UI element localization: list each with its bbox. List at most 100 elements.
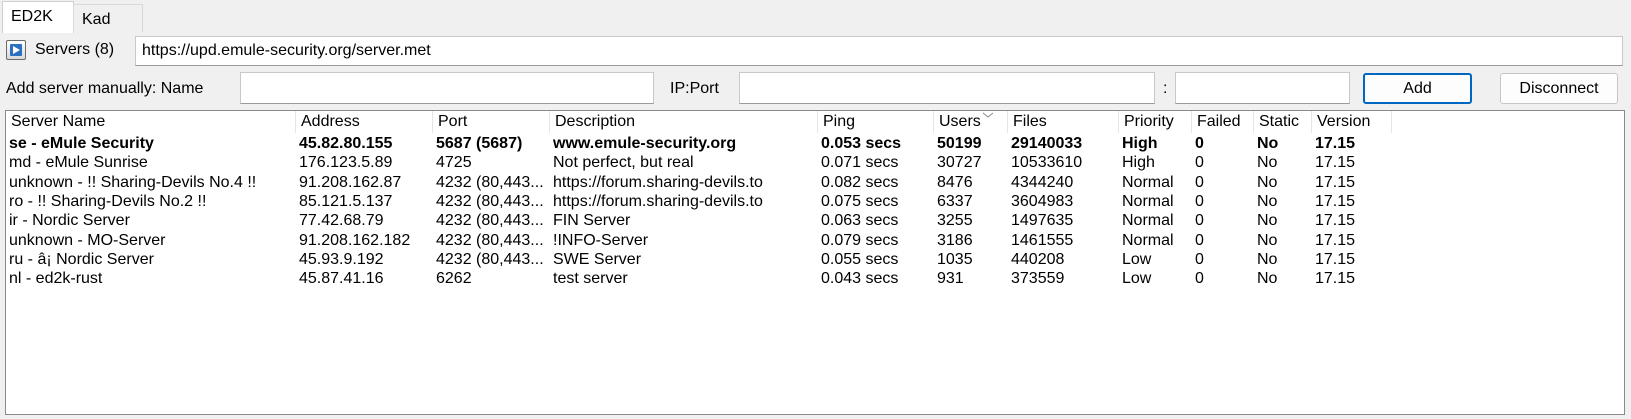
server-name-input[interactable] [240, 72, 654, 104]
column-header-users[interactable]: Users [934, 111, 1008, 133]
cell-static: No [1257, 250, 1278, 268]
play-icon[interactable] [6, 40, 26, 60]
table-row[interactable]: unknown - !! Sharing-Devils No.4 !! 91.20… [6, 173, 1624, 193]
add-server-name-label: Add server manually: Name [6, 80, 204, 97]
table-header: Server Name Address Port Description Ping Use… [6, 111, 1624, 133]
cell-server-name: ro - !! Sharing-Devils No.2 !! [9, 192, 207, 210]
cell-static: No [1257, 231, 1278, 249]
cell-files: 10533610 [1011, 154, 1083, 172]
cell-description: !INFO-Server [553, 231, 649, 249]
cell-priority: High [1122, 154, 1155, 172]
cell-version: 17.15 [1315, 231, 1356, 249]
column-header-version[interactable]: Version [1312, 111, 1392, 133]
server-met-url-input[interactable] [135, 36, 1623, 66]
column-header-port[interactable]: Port [433, 111, 550, 133]
cell-users: 30727 [937, 154, 982, 172]
cell-version: 17.15 [1315, 192, 1356, 210]
cell-address: 91.208.162.182 [299, 231, 411, 249]
cell-description: SWE Server [553, 250, 642, 268]
cell-server-name: ru - â¡ Nordic Server [9, 250, 154, 268]
column-header-static[interactable]: Static [1254, 111, 1312, 133]
cell-priority: Normal [1122, 173, 1174, 191]
cell-port: 6262 [436, 270, 472, 288]
cell-users: 931 [937, 270, 964, 288]
column-header-description[interactable]: Description [550, 111, 818, 133]
column-header-ping[interactable]: Ping [818, 111, 934, 133]
table-row[interactable]: ru - â¡ Nordic Server 45.93.9.192 4232 (80… [6, 250, 1624, 270]
cell-port: 4725 [436, 154, 472, 172]
server-ip-input[interactable] [739, 72, 1155, 104]
cell-server-name: unknown - MO-Server [9, 231, 166, 249]
cell-users: 1035 [937, 250, 973, 268]
cell-failed: 0 [1195, 173, 1204, 191]
cell-description: www.emule-security.org [553, 135, 737, 152]
cell-address: 45.82.80.155 [299, 135, 393, 152]
cell-server-name: md - eMule Sunrise [9, 154, 148, 172]
cell-failed: 0 [1195, 154, 1204, 172]
server-window: ED2K Kad Servers (8) Add server manually… [0, 0, 1631, 419]
cell-ping: 0.075 secs [821, 192, 899, 210]
cell-users: 8476 [937, 173, 973, 191]
cell-server-name: nl - ed2k-rust [9, 270, 103, 288]
cell-address: 176.123.5.89 [299, 154, 393, 172]
cell-priority: Normal [1122, 212, 1174, 230]
sort-descending-icon [983, 112, 993, 118]
network-tabs: ED2K Kad [0, 0, 1631, 33]
cell-files: 4344240 [1011, 173, 1074, 191]
cell-failed: 0 [1195, 212, 1204, 230]
cell-users: 3255 [937, 212, 973, 230]
cell-ping: 0.079 secs [821, 231, 899, 249]
add-server-button[interactable]: Add [1363, 73, 1472, 104]
cell-server-name: se - eMule Security [9, 135, 154, 152]
cell-users: 6337 [937, 192, 973, 210]
table-row[interactable]: unknown - MO-Server 91.208.162.182 4232 (8… [6, 231, 1624, 251]
cell-priority: Normal [1122, 192, 1174, 210]
cell-files: 1497635 [1011, 212, 1074, 230]
cell-failed: 0 [1195, 250, 1204, 268]
column-header-files[interactable]: Files [1008, 111, 1119, 133]
cell-version: 17.15 [1315, 250, 1356, 268]
cell-files: 440208 [1011, 250, 1065, 268]
table-row[interactable]: ir - Nordic Server 77.42.68.79 4232 (80,44… [6, 211, 1624, 231]
cell-priority: Normal [1122, 231, 1174, 249]
port-separator-label: : [1163, 80, 1168, 97]
cell-description: FIN Server [553, 212, 631, 230]
servers-count-label: Servers (8) [35, 41, 115, 58]
cell-port: 4232 (80,443... [436, 192, 544, 210]
cell-port: 4232 (80,443... [436, 250, 544, 268]
cell-address: 91.208.162.87 [299, 173, 402, 191]
cell-description: https://forum.sharing-devils.to [553, 173, 763, 191]
tab-ed2k[interactable]: ED2K [2, 1, 74, 33]
table-row[interactable]: md - eMule Sunrise 176.123.5.89 4725 Not pe… [6, 153, 1624, 173]
cell-static: No [1257, 154, 1278, 172]
column-header-address[interactable]: Address [296, 111, 433, 133]
disconnect-button[interactable]: Disconnect [1500, 73, 1618, 104]
tab-kad[interactable]: Kad [73, 4, 143, 32]
table-row[interactable]: se - eMule Security 45.82.80.155 5687 (568… [6, 134, 1624, 154]
cell-port: 4232 (80,443... [436, 212, 544, 230]
cell-files: 3604983 [1011, 192, 1074, 210]
column-header-priority[interactable]: Priority [1119, 111, 1192, 133]
cell-priority: Low [1122, 250, 1152, 268]
cell-files: 373559 [1011, 270, 1065, 288]
column-header-failed[interactable]: Failed [1192, 111, 1254, 133]
cell-ping: 0.082 secs [821, 173, 899, 191]
cell-address: 77.42.68.79 [299, 212, 384, 230]
ipport-label: IP:Port [670, 80, 719, 97]
cell-port: 4232 (80,443... [436, 173, 544, 191]
cell-version: 17.15 [1315, 154, 1356, 172]
cell-failed: 0 [1195, 135, 1204, 152]
add-server-row: Add server manually: Name IP:Port : Add … [0, 72, 1631, 106]
cell-address: 85.121.5.137 [299, 192, 393, 210]
cell-failed: 0 [1195, 231, 1204, 249]
cell-static: No [1257, 135, 1279, 152]
cell-priority: High [1122, 135, 1158, 152]
cell-static: No [1257, 173, 1278, 191]
server-port-input[interactable] [1175, 72, 1350, 104]
cell-ping: 0.053 secs [821, 135, 902, 152]
table-row[interactable]: ro - !! Sharing-Devils No.2 !! 85.121.5.1… [6, 192, 1624, 212]
cell-description: test server [553, 270, 628, 288]
table-row[interactable]: nl - ed2k-rust 45.87.41.16 6262 test server… [6, 269, 1624, 289]
server-table[interactable]: Server Name Address Port Description Ping Use… [5, 110, 1625, 415]
column-header-server-name[interactable]: Server Name [6, 111, 296, 133]
